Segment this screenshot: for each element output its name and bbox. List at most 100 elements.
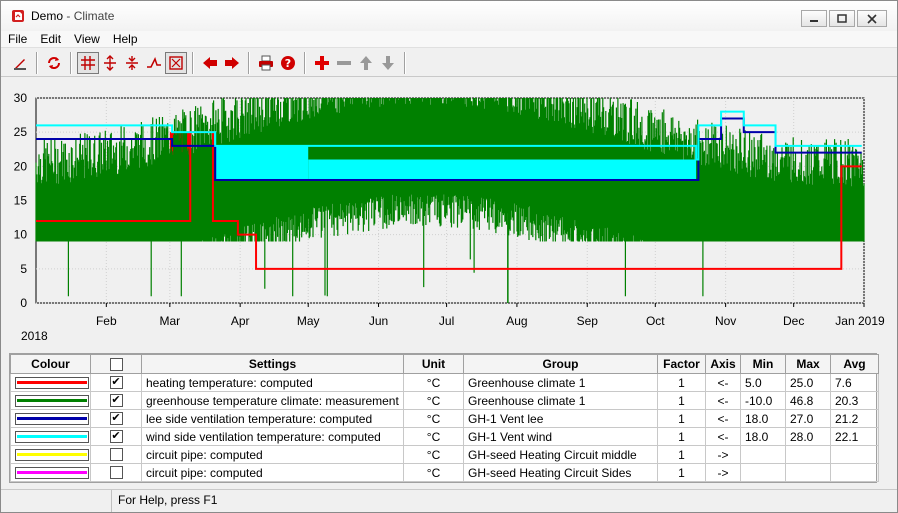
col-colour[interactable]: Colour [10, 354, 91, 374]
unit-cell: °C [403, 409, 464, 428]
min-cell [740, 445, 786, 464]
visible-checkbox[interactable]: ✔ [109, 412, 123, 425]
avg-cell: 22.1 [830, 427, 879, 446]
maximize-icon [837, 13, 847, 23]
visible-cell[interactable] [90, 463, 142, 482]
col-axis[interactable]: Axis [705, 354, 741, 374]
climate-chart[interactable]: 0 5 10 15 20 25 30 Feb Mar Apr May Jun Jul Aug Sep Oct N… [1, 78, 897, 348]
col-min[interactable]: Min [740, 354, 786, 374]
axis-cell: <- [705, 427, 741, 446]
print-button[interactable] [255, 52, 277, 74]
colour-cell[interactable] [10, 427, 91, 446]
table-row-6[interactable]: circuit pipe: computed °C GH-seed Heatin… [10, 463, 879, 482]
visible-checkbox[interactable] [109, 448, 123, 461]
visible-cell[interactable] [90, 445, 142, 464]
x-tick-label: Dec [783, 314, 804, 328]
min-cell: 18.0 [740, 409, 786, 428]
zoom-box-button[interactable] [165, 51, 187, 74]
grid-icon [81, 55, 95, 70]
colour-swatch[interactable] [15, 394, 89, 407]
menu-file[interactable]: File [1, 31, 33, 47]
group-cell: GH-1 Vent lee [463, 409, 658, 428]
table-row-1[interactable]: ✔ heating temperature: computed °C Green… [10, 373, 879, 392]
avg-cell: 7.6 [830, 373, 879, 392]
colour-cell[interactable] [10, 391, 91, 410]
x-tick-label: Mar [160, 314, 181, 328]
x-tick-label: Apr [231, 314, 250, 328]
colour-swatch[interactable] [15, 430, 89, 443]
visible-cell[interactable]: ✔ [90, 391, 142, 410]
move-up-icon [360, 55, 372, 70]
menu-edit[interactable]: Edit [33, 31, 67, 47]
colour-swatch[interactable] [15, 412, 89, 425]
col-group[interactable]: Group [463, 354, 658, 374]
next-button[interactable] [221, 52, 243, 74]
table-row-5[interactable]: circuit pipe: computed °C GH-seed Heatin… [10, 445, 879, 464]
arrow-right-icon [225, 56, 239, 69]
col-avg[interactable]: Avg [830, 354, 879, 374]
close-icon [867, 13, 877, 24]
previous-button[interactable] [199, 52, 221, 74]
colour-swatch[interactable] [15, 466, 89, 479]
step-button[interactable] [143, 52, 165, 74]
visible-cell[interactable]: ✔ [90, 409, 142, 428]
x-tick-label: Nov [715, 314, 736, 328]
menu-view[interactable]: View [67, 31, 106, 47]
colour-swatch[interactable] [15, 376, 89, 389]
help-button[interactable]: ? [277, 52, 299, 74]
minimize-button[interactable] [801, 10, 827, 27]
visible-cell[interactable]: ✔ [90, 427, 142, 446]
colour-cell[interactable] [10, 445, 91, 464]
factor-cell: 1 [657, 373, 706, 392]
colour-cell[interactable] [10, 463, 91, 482]
col-visible[interactable] [90, 354, 142, 374]
max-cell: 28.0 [785, 427, 831, 446]
add-icon [315, 55, 329, 70]
table-row-2[interactable]: ✔ greenhouse temperature climate: measur… [10, 391, 879, 410]
edit-button[interactable] [9, 52, 31, 74]
table-header-row: Colour Settings Unit Group Factor Axis M… [10, 354, 879, 374]
table-row-4[interactable]: ✔ wind side ventilation temperature: com… [10, 427, 879, 446]
window-title: Demo - Climate [31, 9, 114, 23]
col-factor[interactable]: Factor [657, 354, 706, 374]
visible-checkbox[interactable]: ✔ [109, 430, 123, 443]
expand-vertical-button[interactable] [99, 52, 121, 74]
chart-area: 0 5 10 15 20 25 30 Feb Mar Apr May Jun Jul Aug Sep Oct N… [1, 78, 897, 348]
axis-cell: <- [705, 373, 741, 392]
close-button[interactable] [857, 10, 887, 27]
visible-checkbox[interactable] [109, 466, 123, 479]
compress-vertical-button[interactable] [121, 52, 143, 74]
add-series-button[interactable] [311, 52, 333, 74]
visible-checkbox[interactable]: ✔ [109, 394, 123, 407]
series-table: Colour Settings Unit Group Factor Axis M… [9, 353, 879, 483]
select-all-checkbox[interactable] [109, 357, 123, 371]
maximize-button[interactable] [829, 10, 855, 27]
visible-cell[interactable]: ✔ [90, 373, 142, 392]
colour-swatch[interactable] [15, 448, 89, 461]
colour-cell[interactable] [10, 373, 91, 392]
colour-cell[interactable] [10, 409, 91, 428]
min-cell: 18.0 [740, 427, 786, 446]
refresh-button[interactable] [43, 52, 65, 74]
colour-line [17, 435, 87, 438]
x-tick-label: Aug [506, 314, 527, 328]
step-icon [147, 56, 161, 68]
window-title-app: Demo [31, 9, 64, 23]
menu-bar: File Edit View Help [1, 31, 897, 48]
grid-toggle-button[interactable] [77, 51, 99, 74]
col-max[interactable]: Max [785, 354, 831, 374]
min-cell [740, 463, 786, 482]
col-settings[interactable]: Settings [141, 354, 404, 374]
move-down-button[interactable] [377, 52, 399, 74]
move-up-button[interactable] [355, 52, 377, 74]
col-unit[interactable]: Unit [403, 354, 464, 374]
compress-vertical-icon [126, 55, 138, 70]
remove-series-button[interactable] [333, 52, 355, 74]
toolbar-separator [404, 51, 406, 74]
visible-checkbox[interactable]: ✔ [109, 376, 123, 389]
table-row-3[interactable]: ✔ lee side ventilation temperature: comp… [10, 409, 879, 428]
colour-line [17, 453, 87, 456]
menu-help[interactable]: Help [106, 31, 144, 47]
avg-cell [830, 445, 879, 464]
toolbar-separator [36, 51, 38, 74]
